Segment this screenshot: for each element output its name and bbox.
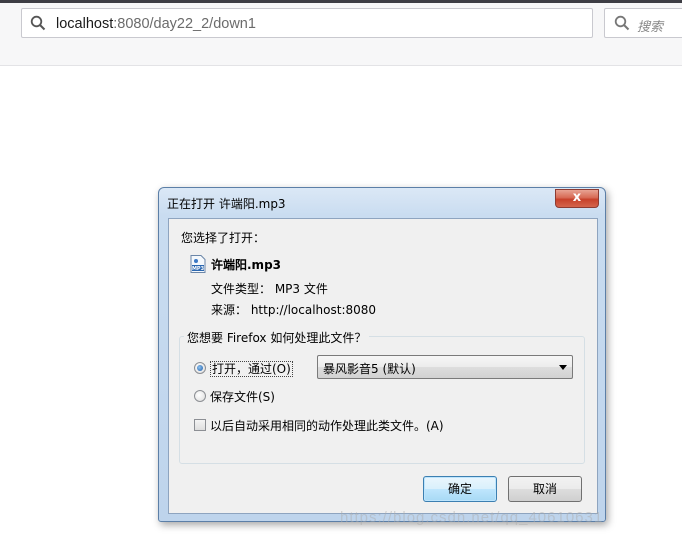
browser-toolbar: localhost:8080/day22_2/down1 搜索 xyxy=(0,3,682,66)
ok-button[interactable]: 确定 xyxy=(423,476,497,502)
close-icon: x xyxy=(572,190,582,205)
auto-action-label[interactable]: 以后自动采用相同的动作处理此类文件。(A) xyxy=(210,417,444,434)
file-source: 来源： http://localhost:8080 xyxy=(211,303,377,317)
file-type: 文件类型： MP3 文件 xyxy=(211,282,328,296)
dialog-title: 正在打开 许端阳.mp3 xyxy=(167,197,286,211)
file-name: 许端阳.mp3 xyxy=(211,258,282,272)
mp3-file-icon: MP3 xyxy=(190,255,206,273)
save-file-radio[interactable] xyxy=(194,390,206,402)
search-icon xyxy=(30,15,46,31)
dialog-content: 您选择了打开： MP3 许端阳.mp3 文件类型： MP3 文件 来源： htt… xyxy=(168,218,598,514)
search-box[interactable]: 搜索 xyxy=(604,8,682,38)
url-host: localhost xyxy=(56,16,114,32)
url-text: localhost:8080/day22_2/down1 xyxy=(56,15,256,33)
download-dialog: 正在打开 许端阳.mp3 x 您选择了打开： MP3 许端阳.mp3 文件类型：… xyxy=(158,187,606,522)
dropdown-arrow-icon xyxy=(559,365,567,370)
open-with-label[interactable]: 打开，通过(O) xyxy=(210,360,293,377)
address-bar[interactable]: localhost:8080/day22_2/down1 xyxy=(21,8,593,38)
search-icon xyxy=(614,15,630,31)
save-file-label[interactable]: 保存文件(S) xyxy=(210,388,275,405)
application-select-value: 暴风影音5 (默认) xyxy=(323,362,416,376)
close-button[interactable]: x xyxy=(555,189,599,208)
open-with-radio[interactable] xyxy=(194,362,206,374)
svg-text:MP3: MP3 xyxy=(192,266,205,272)
chosen-label: 您选择了打开： xyxy=(181,231,266,245)
application-select[interactable]: 暴风影音5 (默认) xyxy=(317,355,573,379)
cancel-button[interactable]: 取消 xyxy=(508,476,582,502)
watermark: https://blog.csdn.net/qq_40610631 xyxy=(340,509,604,526)
auto-action-checkbox[interactable] xyxy=(194,419,206,431)
action-question: 您想要 Firefox 如何处理此文件？ xyxy=(184,329,370,346)
search-placeholder: 搜索 xyxy=(637,20,664,35)
url-path: :8080/day22_2/down1 xyxy=(113,16,256,32)
